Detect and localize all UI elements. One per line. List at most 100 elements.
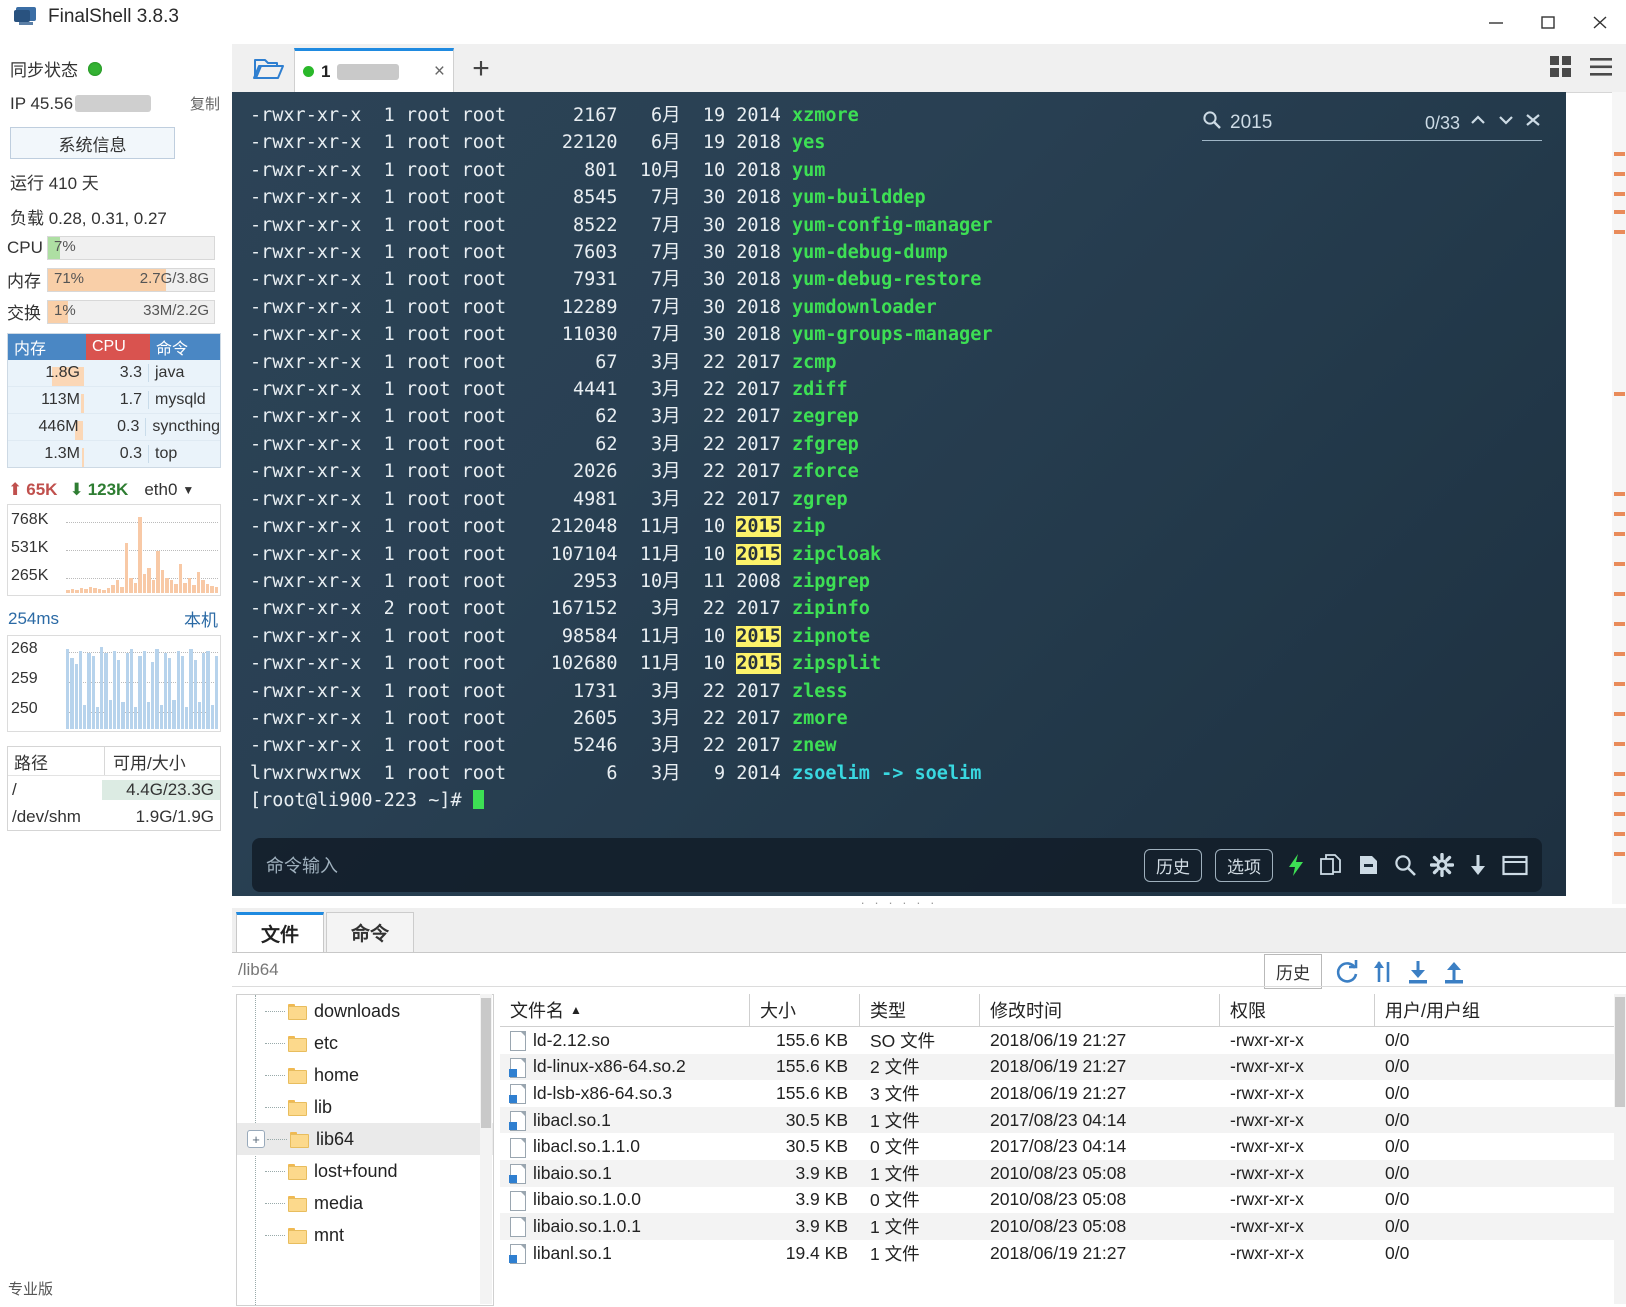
command-input-bar[interactable]: 命令输入 历史 选项 bbox=[252, 838, 1542, 892]
paste-icon[interactable] bbox=[1356, 853, 1380, 877]
terminal-panel[interactable]: -rwxr-xr-x 1 root root 2167 6月 19 2014 x… bbox=[232, 92, 1566, 904]
file-row[interactable]: ld-2.12.so155.6 KBSO 文件2018/06/19 21:27-… bbox=[500, 1027, 1620, 1054]
disk-row[interactable]: /4.4G/23.3G bbox=[8, 776, 220, 803]
tab-commands[interactable]: 命令 bbox=[326, 912, 414, 952]
panel-resize-grip[interactable]: · · · · · · bbox=[232, 896, 1566, 908]
column-filename[interactable]: 文件名 ▲ bbox=[500, 994, 750, 1026]
disk-path: / bbox=[8, 780, 102, 800]
file-manager-toolbar: 历史 bbox=[1264, 954, 1466, 989]
file-history-button[interactable]: 历史 bbox=[1264, 954, 1322, 989]
tree-item-lost+found[interactable]: lost+found bbox=[237, 1155, 493, 1187]
file-row[interactable]: libanl.so.119.4 KB1 文件2018/06/19 21:27-r… bbox=[500, 1240, 1620, 1267]
file-permission: -rwxr-xr-x bbox=[1220, 1027, 1375, 1054]
expand-toggle-icon[interactable]: + bbox=[247, 1130, 265, 1148]
process-row[interactable]: 446M0.3syncthing bbox=[8, 414, 220, 441]
tree-scrollbar[interactable] bbox=[480, 994, 492, 1304]
directory-tree[interactable]: downloadsetchomelib+lib64lost+found media… bbox=[236, 994, 494, 1306]
tree-item-lib[interactable]: lib bbox=[237, 1091, 493, 1123]
terminal-line: -rwxr-xr-x 1 root root 4981 3月 22 2017 z… bbox=[250, 486, 992, 513]
process-col-cmd[interactable]: 命令 bbox=[150, 334, 220, 360]
download-icon[interactable] bbox=[1467, 853, 1489, 877]
lightning-icon[interactable] bbox=[1286, 853, 1306, 877]
file-permission: -rwxr-xr-x bbox=[1220, 1213, 1375, 1240]
column-size[interactable]: 大小 bbox=[750, 994, 860, 1026]
download-icon[interactable] bbox=[1406, 959, 1430, 985]
file-row[interactable]: libaio.so.1.0.13.9 KB1 文件2010/08/23 05:0… bbox=[500, 1213, 1620, 1240]
tree-item-lib64[interactable]: +lib64 bbox=[237, 1123, 493, 1155]
search-icon[interactable] bbox=[1393, 853, 1417, 877]
command-history-button[interactable]: 历史 bbox=[1144, 849, 1202, 882]
network-interface-selector[interactable]: eth0 ▼ bbox=[144, 480, 194, 500]
network-graph-bars bbox=[66, 509, 218, 593]
search-prev-icon[interactable] bbox=[1468, 112, 1488, 134]
terminal-search-input[interactable]: 2015 bbox=[1230, 112, 1272, 134]
file-row[interactable]: libacl.so.130.5 KB1 文件2017/08/23 04:14-r… bbox=[500, 1107, 1620, 1134]
file-permission: -rwxr-xr-x bbox=[1220, 1054, 1375, 1081]
latency-value: 254ms bbox=[8, 609, 59, 629]
tree-item-label: media bbox=[314, 1193, 363, 1214]
process-cpu: 1.7 bbox=[84, 391, 149, 409]
column-type[interactable]: 类型 bbox=[860, 994, 980, 1026]
search-close-icon[interactable] bbox=[1524, 112, 1542, 134]
tree-item-etc[interactable]: etc bbox=[237, 1027, 493, 1059]
copy-ip-button[interactable]: 复制 bbox=[190, 93, 220, 114]
upload-icon[interactable] bbox=[1442, 959, 1466, 985]
open-folder-icon[interactable] bbox=[246, 50, 292, 88]
tree-item-downloads[interactable]: downloads bbox=[237, 995, 493, 1027]
process-row[interactable]: 1.3M0.3top bbox=[8, 441, 220, 467]
copy-icon[interactable] bbox=[1319, 853, 1343, 877]
search-next-icon[interactable] bbox=[1496, 112, 1516, 134]
menu-icon[interactable] bbox=[1588, 54, 1614, 85]
window-icon[interactable] bbox=[1502, 854, 1528, 876]
process-row[interactable]: 113M1.7mysqld bbox=[8, 387, 220, 414]
refresh-icon[interactable] bbox=[1334, 959, 1360, 985]
network-graph: 768K 531K 265K bbox=[7, 504, 221, 596]
file-name-cell: ld-lsb-x86-64.so.3 bbox=[500, 1080, 750, 1107]
tab-files[interactable]: 文件 bbox=[236, 912, 324, 952]
terminal-scrollbar[interactable] bbox=[1612, 92, 1626, 904]
file-user-group: 0/0 bbox=[1375, 1187, 1555, 1214]
folder-icon bbox=[288, 1164, 305, 1178]
gear-icon[interactable] bbox=[1430, 853, 1454, 877]
file-list-scrollbar[interactable] bbox=[1614, 994, 1626, 1304]
tree-item-mnt[interactable]: mnt bbox=[237, 1219, 493, 1251]
net-y-label-1: 531K bbox=[11, 539, 48, 557]
process-col-mem[interactable]: 内存 bbox=[8, 334, 86, 360]
sort-icon[interactable] bbox=[1372, 959, 1394, 985]
file-row[interactable]: libaio.so.13.9 KB1 文件2010/08/23 05:08-rw… bbox=[500, 1160, 1620, 1187]
new-tab-button[interactable]: + bbox=[464, 52, 498, 86]
file-user-group: 0/0 bbox=[1375, 1213, 1555, 1240]
terminal-line: -rwxr-xr-x 1 root root 7603 7月 30 2018 y… bbox=[250, 239, 992, 266]
column-modified[interactable]: 修改时间 bbox=[980, 994, 1220, 1026]
close-tab-icon[interactable]: × bbox=[434, 61, 445, 83]
file-row[interactable]: libaio.so.1.0.03.9 KB0 文件2010/08/23 05:0… bbox=[500, 1187, 1620, 1214]
terminal-search-bar[interactable]: 2015 0/33 bbox=[1202, 106, 1542, 141]
session-tab-1[interactable]: 1 × bbox=[294, 48, 454, 92]
minimize-button[interactable] bbox=[1470, 0, 1522, 44]
tree-item-home[interactable]: home bbox=[237, 1059, 493, 1091]
column-permission[interactable]: 权限 bbox=[1220, 994, 1375, 1026]
grid-view-icon[interactable] bbox=[1548, 54, 1574, 85]
file-row[interactable]: ld-lsb-x86-64.so.3155.6 KB3 文件2018/06/19… bbox=[500, 1080, 1620, 1107]
file-user-group: 0/0 bbox=[1375, 1133, 1555, 1160]
net-y-label-2: 265K bbox=[11, 567, 48, 585]
process-row[interactable]: 1.8G3.3java bbox=[8, 360, 220, 387]
file-row[interactable]: libacl.so.1.1.030.5 KB0 文件2017/08/23 04:… bbox=[500, 1133, 1620, 1160]
app-logo-icon bbox=[14, 7, 38, 27]
sync-status-indicator-icon bbox=[88, 62, 102, 76]
close-button[interactable] bbox=[1574, 0, 1626, 44]
column-user-group[interactable]: 用户/用户组 bbox=[1375, 994, 1555, 1026]
file-icon bbox=[510, 1244, 525, 1262]
system-info-button[interactable]: 系统信息 bbox=[10, 127, 175, 159]
terminal-line: -rwxr-xr-x 1 root root 2605 3月 22 2017 z… bbox=[250, 705, 992, 732]
tree-item-media[interactable]: media bbox=[237, 1187, 493, 1219]
disk-row[interactable]: /dev/shm1.9G/1.9G bbox=[8, 803, 220, 830]
command-bar-actions: 历史 选项 bbox=[1144, 849, 1528, 882]
file-row[interactable]: ld-linux-x86-64.so.2155.6 KB2 文件2018/06/… bbox=[500, 1054, 1620, 1081]
file-list[interactable]: 文件名 ▲ 大小 类型 修改时间 权限 用户/用户组 ld-2.12.so155… bbox=[500, 994, 1620, 1304]
maximize-button[interactable] bbox=[1522, 0, 1574, 44]
process-col-cpu[interactable]: CPU bbox=[86, 334, 150, 360]
command-options-button[interactable]: 选项 bbox=[1215, 849, 1273, 882]
terminal-line: -rwxr-xr-x 1 root root 1731 3月 22 2017 z… bbox=[250, 678, 992, 705]
command-input[interactable]: 命令输入 bbox=[266, 852, 338, 878]
